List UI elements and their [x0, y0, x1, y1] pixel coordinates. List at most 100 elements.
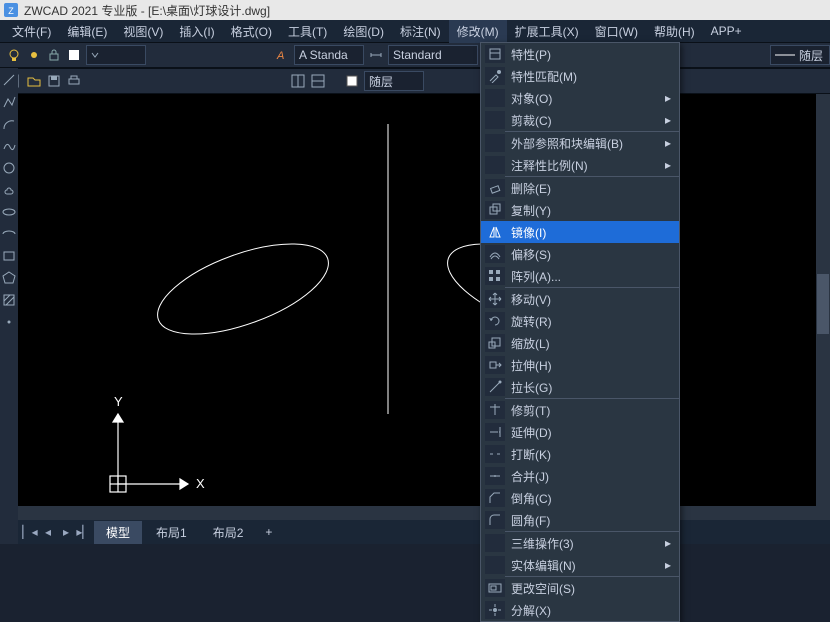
menu-item-打断k[interactable]: 打断(K) — [481, 443, 679, 465]
linetype-dropdown[interactable]: 随层 — [770, 45, 830, 65]
explode-icon — [485, 601, 505, 619]
menu-item-剪裁c[interactable]: 剪裁(C)▸ — [481, 109, 679, 131]
app-logo-icon: Z — [4, 3, 18, 17]
layer-dropdown[interactable] — [86, 45, 146, 65]
menu-item-特性p[interactable]: 特性(P) — [481, 43, 679, 65]
tab-layout1[interactable]: 布局1 — [144, 521, 199, 544]
nav-prev-icon[interactable]: ◂ — [40, 524, 56, 540]
menu-扩展工具[interactable]: 扩展工具(X) — [507, 20, 587, 43]
sun-icon[interactable] — [26, 47, 42, 63]
hatch-tool-icon[interactable] — [1, 292, 17, 308]
text-style-dropdown[interactable]: A Standa — [294, 45, 364, 65]
color-icon[interactable] — [66, 47, 82, 63]
menu-item-label: 打断(K) — [505, 446, 673, 463]
rect-tool-icon[interactable] — [1, 248, 17, 264]
chamfer-icon — [485, 489, 505, 507]
menu-item-删除e[interactable]: 删除(E) — [481, 177, 679, 199]
color-value: 随层 — [369, 73, 393, 90]
menu-编辑[interactable]: 编辑(E) — [59, 20, 115, 43]
circle-tool-icon[interactable] — [1, 160, 17, 176]
ellipse-tool-icon[interactable] — [1, 204, 17, 220]
nav-first-icon[interactable]: ▏◂ — [22, 524, 38, 540]
print-icon[interactable] — [66, 73, 82, 89]
menu-item-偏移s[interactable]: 偏移(S) — [481, 243, 679, 265]
menu-item-label: 延伸(D) — [505, 424, 673, 441]
linetype-value: 随层 — [799, 47, 823, 64]
menu-item-拉伸h[interactable]: 拉伸(H) — [481, 354, 679, 376]
menu-item-倒角c[interactable]: 倒角(C) — [481, 487, 679, 509]
polyline-tool-icon[interactable] — [1, 94, 17, 110]
menu-app+[interactable]: APP+ — [703, 21, 750, 41]
nav-last-icon[interactable]: ▸▏ — [76, 524, 92, 540]
drawing-canvas[interactable]: X Y — [18, 94, 830, 520]
open-icon[interactable] — [26, 73, 42, 89]
menu-窗口[interactable]: 窗口(W) — [587, 20, 646, 43]
menu-标注[interactable]: 标注(N) — [392, 20, 449, 43]
menu-插入[interactable]: 插入(I) — [171, 20, 222, 43]
menu-格式[interactable]: 格式(O) — [223, 20, 280, 43]
color-box-icon[interactable] — [344, 73, 360, 89]
dim-style-icon[interactable] — [368, 47, 384, 63]
revcloud-tool-icon[interactable] — [1, 182, 17, 198]
text-style-value: A Standa — [299, 48, 348, 62]
ellipse-arc-tool-icon[interactable] — [1, 226, 17, 242]
menu-item-label: 旋转(R) — [505, 313, 673, 330]
lock-icon[interactable] — [46, 47, 62, 63]
menu-item-缩放l[interactable]: 缩放(L) — [481, 332, 679, 354]
menu-item-延伸d[interactable]: 延伸(D) — [481, 421, 679, 443]
menu-item-移动v[interactable]: 移动(V) — [481, 288, 679, 310]
line-tool-icon[interactable] — [1, 72, 17, 88]
svg-text:Z: Z — [8, 6, 14, 16]
menu-item-特性匹配m[interactable]: 特性匹配(M) — [481, 65, 679, 87]
menu-视图[interactable]: 视图(V) — [115, 20, 171, 43]
arc-tool-icon[interactable] — [1, 116, 17, 132]
toolbar: A A Standa Standard 随层 — [0, 42, 830, 68]
menu-item-圆角f[interactable]: 圆角(F) — [481, 509, 679, 531]
dim-style-dropdown[interactable]: Standard — [388, 45, 478, 65]
menu-item-外部参照和块编辑b[interactable]: 外部参照和块编辑(B)▸ — [481, 132, 679, 154]
menu-item-注释性比例n[interactable]: 注释性比例(N)▸ — [481, 154, 679, 176]
grid1-icon[interactable] — [290, 73, 306, 89]
spline-tool-icon[interactable] — [1, 138, 17, 154]
menu-item-label: 复制(Y) — [505, 202, 673, 219]
point-tool-icon[interactable] — [1, 314, 17, 330]
menu-item-阵列a[interactable]: 阵列(A)... — [481, 265, 679, 287]
tab-layout2[interactable]: 布局2 — [201, 521, 256, 544]
menu-item-旋转r[interactable]: 旋转(R) — [481, 310, 679, 332]
menu-item-拉长g[interactable]: 拉长(G) — [481, 376, 679, 398]
menu-item-分解x[interactable]: 分解(X) — [481, 599, 679, 621]
modify-menu: 特性(P) 特性匹配(M) 对象(O)▸剪裁(C)▸外部参照和块编辑(B)▸注释性比… — [480, 42, 680, 622]
blank-icon — [485, 534, 505, 552]
tab-add-layout[interactable]: + — [257, 522, 279, 542]
menu-item-label: 移动(V) — [505, 291, 673, 308]
grid2-icon[interactable] — [310, 73, 326, 89]
menu-item-合并j[interactable]: 合并(J) — [481, 465, 679, 487]
menu-item-实体编辑n[interactable]: 实体编辑(N)▸ — [481, 554, 679, 576]
menu-item-对象o[interactable]: 对象(O)▸ — [481, 87, 679, 109]
blank-icon — [485, 156, 505, 174]
save-icon[interactable] — [46, 73, 62, 89]
menu-item-label: 镜像(I) — [505, 224, 673, 241]
menu-item-三维操作3[interactable]: 三维操作(3)▸ — [481, 532, 679, 554]
menu-绘图[interactable]: 绘图(D) — [335, 20, 392, 43]
svg-text:A: A — [276, 50, 284, 62]
menu-item-更改空间s[interactable]: 更改空间(S) — [481, 577, 679, 599]
extend-icon — [485, 423, 505, 441]
menu-工具[interactable]: 工具(T) — [280, 20, 335, 43]
menu-item-修剪t[interactable]: 修剪(T) — [481, 399, 679, 421]
menu-文件[interactable]: 文件(F) — [4, 20, 59, 43]
bulb-icon[interactable] — [6, 47, 22, 63]
mirror-icon — [485, 223, 505, 241]
menu-item-label: 特性匹配(M) — [505, 68, 673, 85]
menu-item-复制y[interactable]: 复制(Y) — [481, 199, 679, 221]
menu-item-镜像i[interactable]: 镜像(I) — [481, 221, 679, 243]
menu-修改[interactable]: 修改(M) — [449, 20, 507, 43]
fillet-icon — [485, 511, 505, 529]
annotation-icon[interactable]: A — [274, 47, 290, 63]
space-icon — [485, 579, 505, 597]
nav-next-icon[interactable]: ▸ — [58, 524, 74, 540]
tab-model[interactable]: 模型 — [94, 521, 142, 544]
polygon-tool-icon[interactable] — [1, 270, 17, 286]
color-dropdown[interactable]: 随层 — [364, 71, 424, 91]
menu-帮助[interactable]: 帮助(H) — [646, 20, 703, 43]
